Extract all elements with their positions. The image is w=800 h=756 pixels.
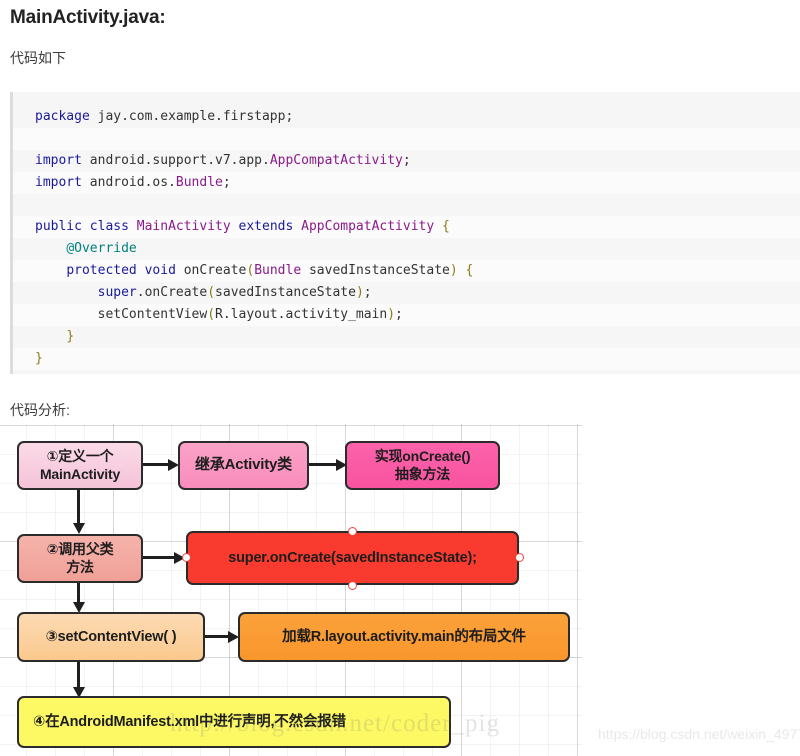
intro-text: 代码如下 — [10, 50, 66, 66]
node-oncreate-line1: 实现onCreate() — [374, 448, 471, 464]
code-token: savedInstanceState — [301, 263, 450, 278]
code-token: package — [35, 109, 90, 124]
code-block: package jay.com.example.firstapp; import… — [10, 92, 800, 374]
code-token: class — [89, 219, 129, 234]
node-super-oncreate-call[interactable]: super.onCreate(savedInstanceState); — [186, 531, 519, 585]
code-token: AppCompatActivity — [301, 219, 435, 234]
code-token: extends — [238, 219, 294, 234]
code-line: import android.os.Bundle; — [13, 172, 800, 194]
node-superclass-text: ②调用父类 方法 — [47, 541, 114, 576]
code-token: ( — [207, 285, 216, 300]
code-line: import android.support.v7.app.AppCompatA… — [13, 150, 800, 172]
arrow-define-to-extend — [143, 459, 181, 471]
code-token: public — [35, 219, 82, 234]
code-token: ) — [355, 285, 364, 300]
code-line: public class MainActivity extends AppCom… — [13, 216, 800, 238]
code-token: @Override — [66, 241, 137, 256]
node-superclass-line1: ②调用父类 — [46, 541, 114, 557]
code-token: MainActivity — [136, 219, 231, 234]
code-line: setContentView(R.layout.activity_main); — [13, 304, 800, 326]
selection-handle-top[interactable] — [348, 527, 357, 536]
node-manifest-declare[interactable]: ④在AndroidManifest.xml中进行声明,不然会报错 — [17, 696, 451, 748]
node-extend-activity[interactable]: 继承Activity类 — [178, 441, 309, 490]
code-token: ; — [363, 285, 372, 300]
code-token: jay.com.example.firstapp; — [89, 109, 294, 124]
code-token: android.support.v7.app. — [81, 153, 270, 168]
code-token: ; — [222, 175, 231, 190]
code-token: Bundle — [175, 175, 223, 190]
analysis-label: 代码分析: — [10, 402, 70, 418]
code-token: } — [35, 351, 43, 366]
code-token: onCreate — [175, 263, 247, 278]
code-token: super — [97, 285, 137, 300]
node-define-line2: MainActivity — [39, 465, 121, 482]
arrow-superclass-to-supercall — [143, 552, 187, 564]
code-token: protected — [66, 263, 137, 278]
code-line: } — [13, 326, 800, 348]
code-token: ) — [387, 307, 396, 322]
code-token: R.layout.activity_main — [215, 307, 388, 322]
selection-handle-left[interactable] — [182, 553, 191, 562]
node-load-layout-file[interactable]: 加载R.layout.activity.main的布局文件 — [238, 612, 570, 662]
page-title: MainActivity.java: — [10, 7, 166, 28]
code-token: import — [35, 175, 82, 190]
node-define-text: ①定义一个 MainActivity — [40, 448, 120, 483]
code-line: @Override — [13, 238, 800, 260]
flowchart-diagram: ①定义一个 MainActivity 继承Activity类 实现onCreat… — [0, 424, 582, 756]
selection-handle-right[interactable] — [515, 553, 524, 562]
code-line: package jay.com.example.firstapp; — [13, 106, 800, 128]
code-token: { — [442, 219, 450, 234]
node-call-superclass[interactable]: ②调用父类 方法 — [17, 534, 143, 583]
code-token: void — [144, 263, 176, 278]
node-define-mainactivity[interactable]: ①定义一个 MainActivity — [17, 441, 143, 490]
code-token: ; — [395, 307, 403, 322]
code-token: .onCreate — [136, 285, 208, 300]
code-token: setContentView — [35, 307, 208, 322]
code-line: } — [13, 348, 800, 370]
arrow-extend-to-oncreate — [309, 459, 349, 471]
arrow-setcontent-to-loadlayout — [205, 631, 241, 643]
code-token: ; — [402, 153, 411, 168]
code-token: ) — [449, 263, 458, 278]
node-superclass-line2: 方法 — [66, 558, 94, 575]
code-token: android.os. — [81, 175, 176, 190]
code-token: ( — [207, 307, 216, 322]
selection-handle-bottom[interactable] — [348, 581, 357, 590]
code-token: savedInstanceState — [215, 285, 356, 300]
code-token: { — [465, 263, 474, 278]
code-token: } — [66, 329, 75, 344]
code-token: AppCompatActivity — [269, 153, 403, 168]
code-line: super.onCreate(savedInstanceState); — [13, 282, 800, 304]
node-oncreate-line2: 抽象方法 — [394, 465, 451, 482]
arrow-superclass-to-setcontent — [73, 583, 85, 615]
arrow-define-to-superclass — [73, 490, 85, 536]
code-line — [13, 128, 800, 150]
node-define-line1: ①定义一个 — [46, 448, 114, 464]
watermark-corner: https://blog.csdn.net/weixin_49770443 — [598, 726, 800, 742]
arrow-setcontent-to-manifest — [73, 662, 85, 700]
node-implement-oncreate[interactable]: 实现onCreate() 抽象方法 — [345, 441, 500, 490]
code-lines-container: package jay.com.example.firstapp; import… — [13, 92, 800, 374]
code-token: Bundle — [254, 263, 302, 278]
code-token: ( — [246, 263, 255, 278]
node-setcontentview[interactable]: ③setContentView( ) — [17, 612, 205, 662]
code-token: import — [35, 153, 82, 168]
code-line: protected void onCreate(Bundle savedInst… — [13, 260, 800, 282]
node-oncreate-text: 实现onCreate() 抽象方法 — [375, 448, 471, 483]
